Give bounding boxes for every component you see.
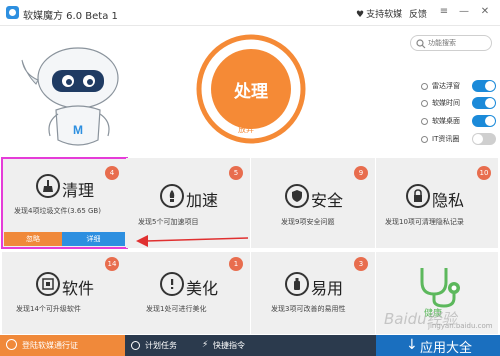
count-badge: 10 [477,166,491,180]
toggle-it-news[interactable]: IT资讯圈 [420,133,496,147]
stethoscope-icon [420,268,460,308]
toggle-knob [485,81,495,91]
abandon-link[interactable]: 放弃 [238,124,254,135]
login-label: 登陆软媒通行证 [22,341,78,350]
software-icon [36,272,60,296]
toggle-switch[interactable] [472,80,496,92]
tile-software[interactable]: 软件 发现14个可升级软件 14 [2,252,126,334]
shortcut-command-link[interactable]: 快捷指令 [213,340,245,351]
count-badge: 9 [354,166,368,180]
toggle-softmedia-desktop[interactable]: 软媒桌面 [420,115,496,129]
radar-icon [421,83,428,90]
toggle-label: IT资讯圈 [432,135,460,143]
highlight-frame [1,157,128,249]
tile-description: 发现9项安全问题 [281,218,335,226]
tile-title: 隐私 [432,191,465,210]
tile-description: 发现14个可升级软件 [16,305,81,313]
close-icon[interactable]: ✕ [478,5,492,19]
clock-icon [421,100,428,107]
tile-description: 发现10项可清理隐私记录 [385,218,464,226]
tile-description: 发现3项可改善的易用性 [271,305,346,313]
apps-label: 应用大全 [420,341,473,356]
count-badge: 14 [105,257,119,271]
tile-title: 美化 [186,279,219,298]
count-badge: 1 [229,257,243,271]
annotation-arrow [136,235,249,247]
tile-title: 加速 [186,191,219,210]
down-arrow-icon: ↓ [406,337,418,353]
desktop-icon [421,118,428,125]
robot-logo-letter: M [73,123,83,137]
support-link[interactable]: ♥ 支持软媒 [356,7,402,20]
watermark-url: jingyan.baidu.com [428,322,493,330]
toggle-label: 软媒时间 [432,99,460,107]
app-logo-icon [6,6,19,19]
process-button-label[interactable]: 处理 [196,77,306,102]
tile-title: 安全 [311,191,344,210]
count-badge: 3 [354,257,368,271]
bottle-icon [285,272,309,296]
toggle-switch[interactable] [472,133,496,145]
tile-description: 发现1处可进行美化 [146,305,207,313]
tile-security[interactable]: 安全 发现9项安全问题 9 [251,158,375,248]
search-input[interactable] [428,36,490,50]
search-box[interactable] [410,35,492,51]
toggle-knob [485,98,495,108]
tile-description: 发现5个可加速项目 [138,218,199,226]
support-label: 支持软媒 [366,10,403,20]
menu-icon[interactable]: ≡ [437,5,451,19]
toggle-label: 软媒桌面 [432,117,460,125]
toggle-knob [473,134,483,144]
toggle-switch[interactable] [472,115,496,127]
toggle-softmedia-time[interactable]: 软媒时间 [420,97,496,111]
title-bar: 软媒魔方 6.0 Beta 1 ♥ 支持软媒 反馈 ≡ — ✕ [0,0,500,26]
tile-usability[interactable]: 易用 发现3项可改善的易用性 3 [251,252,375,334]
search-icon [416,39,426,49]
toggle-knob [485,116,495,126]
login-button[interactable]: 登陆软媒通行证 [0,335,125,356]
toggle-radar-float[interactable]: 雷达浮窗 [420,80,496,94]
toggle-switch[interactable] [472,97,496,109]
count-badge: 5 [229,166,243,180]
tile-privacy[interactable]: 隐私 发现10项可清理隐私记录 10 [376,158,498,248]
feedback-link[interactable]: 反馈 [409,7,427,20]
rocket-icon [160,184,184,208]
tile-title: 软件 [62,279,95,298]
bolt-icon: ⚡ [202,340,209,350]
robot-mascot: M [21,47,119,146]
lock-icon [406,184,430,208]
user-icon [6,339,17,350]
minimize-icon[interactable]: — [457,5,471,19]
tile-title: 易用 [311,279,344,298]
app-title: 软媒魔方 6.0 Beta 1 [23,11,118,22]
news-icon [421,136,428,143]
tile-beautify[interactable]: 美化 发现1处可进行美化 1 [126,252,250,334]
schedule-task-link[interactable]: 计划任务 [145,340,177,351]
toggle-label: 雷达浮窗 [432,82,460,90]
shield-icon [285,184,309,208]
clock-icon [131,341,140,350]
heart-icon: ♥ [356,10,365,20]
warning-icon [160,272,184,296]
